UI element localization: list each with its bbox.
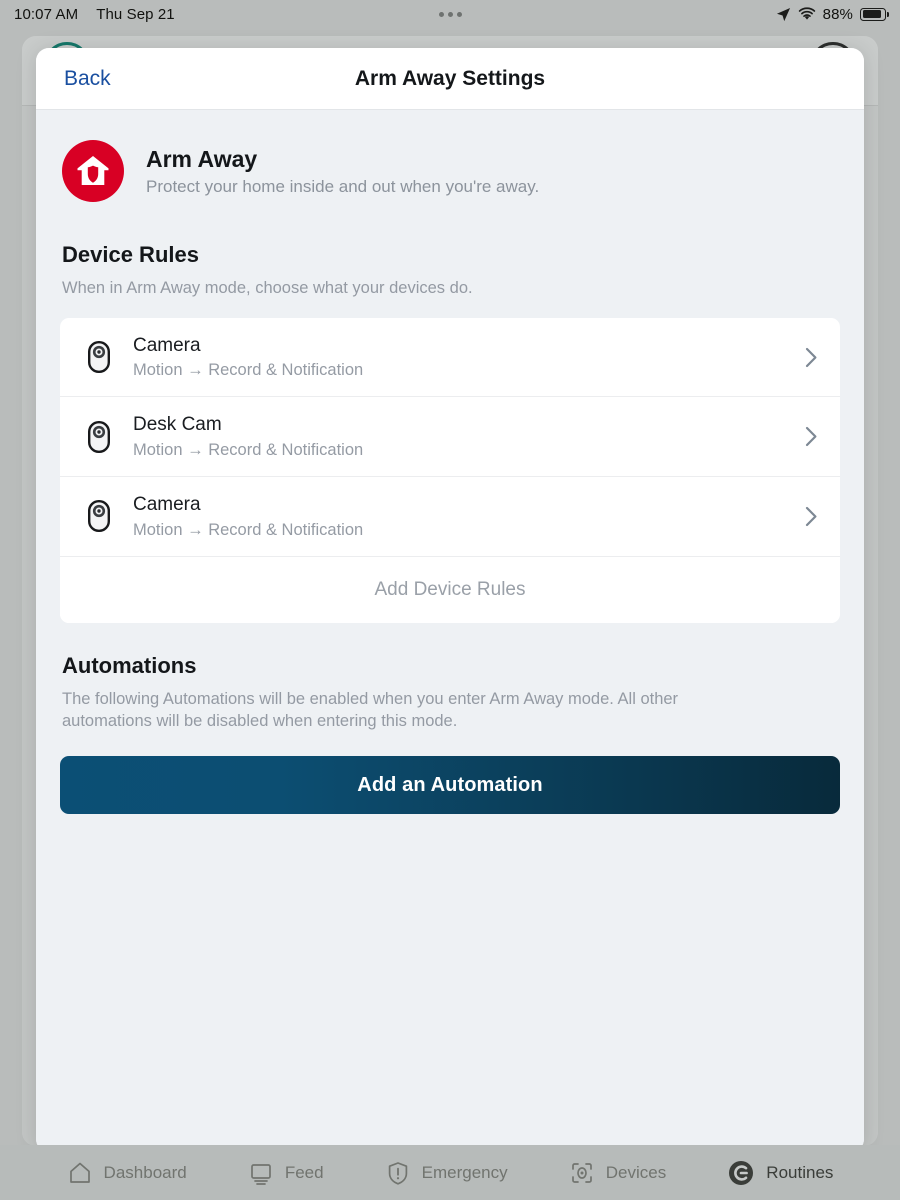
wifi-icon <box>798 7 816 21</box>
screen-root: 10:07 AM Thu Sep 21 88% Back Arm Away Se… <box>0 0 900 1200</box>
arm-away-hero-text: Arm Away Protect your home inside and ou… <box>146 145 539 197</box>
tab-emergency[interactable]: Emergency <box>385 1160 508 1186</box>
camera-icon <box>82 500 116 533</box>
routines-circle-icon <box>727 1159 755 1187</box>
three-dots-icon <box>438 12 462 18</box>
battery-icon <box>860 7 889 21</box>
chevron-right-icon <box>802 506 820 527</box>
camera-scan-icon <box>569 1160 595 1186</box>
table-row[interactable]: Desk Cam Motion → Record & Notification <box>60 397 840 478</box>
device-rule-description: Motion → Record & Notification <box>133 361 364 380</box>
device-name: Camera <box>133 494 201 516</box>
device-rules-heading: Device Rules <box>62 242 199 267</box>
rule-texts: Camera Motion → Record & Notification <box>133 334 802 381</box>
monitor-icon <box>248 1160 274 1186</box>
table-row[interactable]: Camera Motion → Record & Notification <box>60 477 840 557</box>
tab-dashboard[interactable]: Dashboard <box>67 1160 187 1186</box>
automations-description: The following Automations will be enable… <box>62 689 679 730</box>
tab-label: Devices <box>605 1162 667 1182</box>
home-shield-icon <box>62 140 124 202</box>
shield-alert-icon <box>385 1160 411 1186</box>
tab-label: Dashboard <box>103 1162 187 1182</box>
status-date: Thu Sep 21 <box>96 5 175 23</box>
status-bar-right: 88% <box>776 5 889 23</box>
chevron-right-icon <box>802 347 820 368</box>
page-title: Arm Away Settings <box>354 66 546 90</box>
modal-header: Back Arm Away Settings <box>36 48 864 110</box>
device-name: Desk Cam <box>133 414 222 436</box>
arm-away-hero: Arm Away Protect your home inside and ou… <box>60 110 840 212</box>
table-row[interactable]: Camera Motion → Record & Notification <box>60 318 840 398</box>
tab-routines[interactable]: Routines <box>727 1159 833 1187</box>
device-rules-description: When in Arm Away mode, choose what your … <box>62 279 473 297</box>
camera-icon <box>82 341 116 374</box>
device-rules-card: Camera Motion → Record & Notification De… <box>60 317 840 623</box>
automations-heading: Automations <box>62 652 197 678</box>
tab-devices[interactable]: Devices <box>569 1160 666 1186</box>
add-device-rules-button[interactable]: Add Device Rules <box>60 556 840 623</box>
arm-away-title: Arm Away <box>146 146 258 173</box>
modal-body: Arm Away Protect your home inside and ou… <box>36 110 864 1152</box>
tab-label: Routines <box>766 1162 834 1182</box>
arm-away-settings-modal: Back Arm Away Settings Arm Away Protect … <box>36 48 864 1152</box>
rule-texts: Camera Motion → Record & Notification <box>133 493 802 540</box>
tab-feed[interactable]: Feed <box>248 1160 324 1186</box>
device-rule-description: Motion → Record & Notification <box>133 520 364 539</box>
status-time: 10:07 AM <box>14 5 79 23</box>
camera-icon <box>82 420 116 453</box>
rule-texts: Desk Cam Motion → Record & Notification <box>133 413 802 460</box>
device-name: Camera <box>133 334 201 356</box>
chevron-right-icon <box>802 426 820 447</box>
tab-label: Feed <box>284 1162 324 1182</box>
tab-label: Emergency <box>421 1162 508 1182</box>
bottom-tab-bar: Dashboard Feed Emergency Devices Routine… <box>0 1145 900 1200</box>
battery-percent-label: 88% <box>822 5 853 23</box>
arm-away-subtitle: Protect your home inside and out when yo… <box>146 176 540 196</box>
device-rule-description: Motion → Record & Notification <box>133 441 364 460</box>
status-bar-left: 10:07 AM Thu Sep 21 <box>14 6 175 23</box>
home-outline-icon <box>67 1160 93 1186</box>
ios-status-bar: 10:07 AM Thu Sep 21 88% <box>0 0 900 28</box>
add-an-automation-button[interactable]: Add an Automation <box>60 756 840 815</box>
location-arrow-icon <box>776 7 791 22</box>
